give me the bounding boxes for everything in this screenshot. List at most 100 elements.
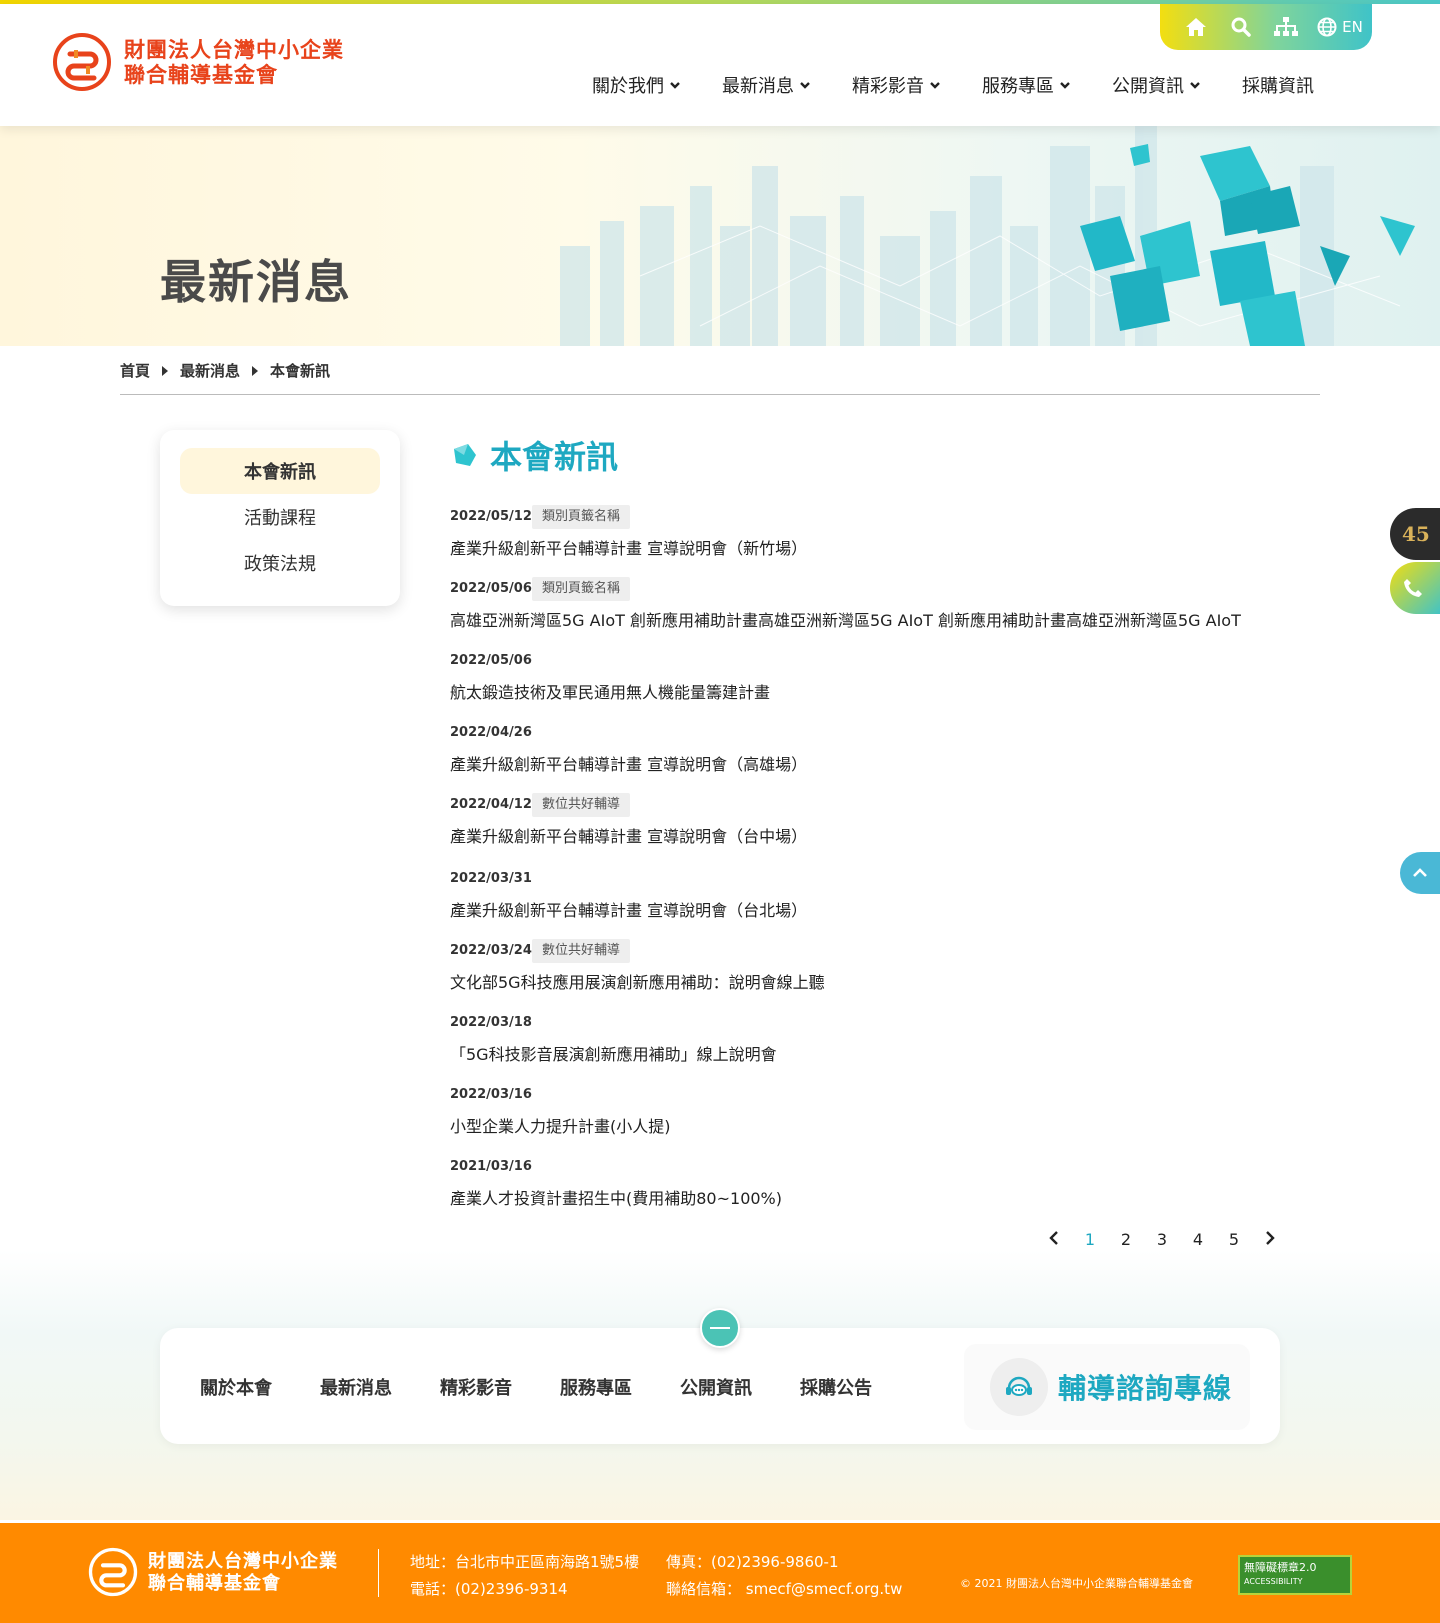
footer-logo-line2: 聯合輔導基金會 [148, 1573, 281, 1594]
nav-label: 關於我們 [592, 76, 664, 97]
news-title-link[interactable]: 產業升級創新平台輔導計畫 宣導說明會（新竹場） [450, 535, 807, 559]
news-title-link[interactable]: 小型企業人力提升計畫(小人提) [450, 1113, 671, 1137]
footer-link-about[interactable]: 關於本會 [200, 1374, 272, 1400]
nav-about[interactable]: 關於我們 [592, 72, 680, 98]
news-title-link[interactable]: 「5G科技影音展演創新應用補助」線上說明會 [450, 1041, 777, 1065]
page-link[interactable]: 3 [1144, 1230, 1180, 1249]
svg-text:45: 45 [1402, 522, 1430, 546]
news-title-link[interactable]: 航太鍛造技術及軍民通用無人機能量籌建計畫 [450, 679, 770, 703]
news-tag: 數位共好輔導 [532, 793, 631, 817]
news-item: 2022/03/16 小型企業人力提升計畫(小人提) [450, 1083, 1290, 1155]
page-link[interactable]: 2 [1108, 1230, 1144, 1249]
news-date: 2022/04/12 [450, 797, 532, 812]
news-item: 2022/03/24 數位共好輔導 文化部5G科技應用展演創新應用補助：說明會線… [450, 939, 1290, 1011]
nav-label: 採購資訊 [1242, 76, 1314, 97]
news-item: 2022/04/12 數位共好輔導 產業升級創新平台輔導計畫 宣導說明會（台中場… [450, 793, 1290, 865]
news-item: 2022/03/31 產業升級創新平台輔導計畫 宣導說明會（台北場） [450, 865, 1290, 939]
footer-link-public-info[interactable]: 公開資訊 [680, 1374, 752, 1400]
page-link[interactable]: 1 [1072, 1230, 1108, 1249]
nav-public-info[interactable]: 公開資訊 [1112, 72, 1200, 98]
next-page-button[interactable] [1252, 1230, 1288, 1249]
site-logo[interactable]: 財團法人台灣中小企業 聯合輔導基金會 [52, 32, 372, 96]
pagination: 1 2 3 4 5 [1036, 1230, 1288, 1249]
footer-email[interactable]: 聯絡信箱： smecf@smecf.org.tw [666, 1576, 902, 1603]
news-title-link[interactable]: 產業升級創新平台輔導計畫 宣導說明會（高雄場） [450, 751, 807, 775]
news-date: 2022/05/12 [450, 509, 532, 524]
sidebar-item-association-news[interactable]: 本會新訊 [180, 448, 380, 494]
news-title-link[interactable]: 產業升級創新平台輔導計畫 宣導說明會（台中場） [450, 823, 807, 847]
footer-logo: 財團法人台灣中小企業 聯合輔導基金會 [88, 1547, 358, 1599]
language-button[interactable]: EN [1308, 4, 1372, 50]
news-list: 2022/05/12 類別頁籤名稱 產業升級創新平台輔導計畫 宣導說明會（新竹場… [450, 505, 1290, 1227]
page-link[interactable]: 4 [1180, 1230, 1216, 1249]
news-item: 2022/05/06 航太鍛造技術及軍民通用無人機能量籌建計畫 [450, 649, 1290, 721]
sidebar-item-events[interactable]: 活動課程 [180, 494, 380, 540]
page-title: 最新消息 [160, 255, 352, 309]
breadcrumb-separator-icon [252, 365, 259, 376]
accessibility-badge[interactable]: 無障礙標章2.0 ACCESSIBILITY [1238, 1555, 1352, 1595]
phone-icon [1404, 579, 1422, 597]
footer-logo-line1: 財團法人台灣中小企業 [148, 1551, 338, 1572]
news-date: 2022/05/06 [450, 581, 532, 596]
sitemap-icon [1273, 17, 1298, 36]
nav-label: 公開資訊 [1112, 76, 1184, 97]
minus-icon [710, 1327, 730, 1329]
chevron-down-icon [670, 82, 680, 89]
footer-link-services[interactable]: 服務專區 [560, 1374, 632, 1400]
footer-contact-left: 地址：台北市中正區南海路1號5樓 電話：(02)2396-9314 [410, 1549, 639, 1603]
prev-page-button[interactable] [1036, 1230, 1072, 1249]
hero-illustration [560, 126, 1415, 346]
back-to-top-button[interactable] [1400, 852, 1440, 894]
news-tag: 數位共好輔導 [532, 939, 631, 963]
hotline-label: 輔導諮詢專線 [1058, 1372, 1233, 1405]
site-footer: 財團法人台灣中小企業 聯合輔導基金會 地址：台北市中正區南海路1號5樓 電話：(… [0, 1523, 1440, 1623]
nav-procurement[interactable]: 採購資訊 [1242, 72, 1314, 98]
breadcrumb-current: 本會新訊 [270, 362, 331, 380]
sitemap-button[interactable] [1263, 4, 1308, 50]
badge-line2: ACCESSIBILITY [1244, 1577, 1303, 1586]
float-45th-anniversary-button[interactable]: 45 [1390, 508, 1440, 560]
news-title-link[interactable]: 高雄亞洲新灣區5G AIoT 創新應用補助計畫高雄亞洲新灣區5G AIoT 創新… [450, 607, 1241, 631]
page-link[interactable]: 5 [1216, 1230, 1252, 1249]
news-title-link[interactable]: 產業升級創新平台輔導計畫 宣導說明會（台北場） [450, 897, 807, 921]
nav-label: 最新消息 [722, 76, 794, 97]
sidebar-item-policies[interactable]: 政策法規 [180, 540, 380, 586]
nav-services[interactable]: 服務專區 [982, 72, 1070, 98]
news-date: 2022/03/18 [450, 1015, 532, 1030]
footer-phone: 電話：(02)2396-9314 [410, 1580, 568, 1598]
site-header: 財團法人台灣中小企業 聯合輔導基金會 EN 關於我們 最新消息 精彩影音 服務專… [0, 4, 1440, 126]
search-button[interactable] [1219, 4, 1264, 50]
footer-link-media[interactable]: 精彩影音 [440, 1374, 512, 1400]
footer-link-news[interactable]: 最新消息 [320, 1374, 392, 1400]
news-title-link[interactable]: 文化部5G科技應用展演創新應用補助：說明會線上聽 [450, 969, 825, 993]
chevron-down-icon [800, 82, 810, 89]
news-item: 2022/05/12 類別頁籤名稱 產業升級創新平台輔導計畫 宣導說明會（新竹場… [450, 505, 1290, 577]
collapse-footer-button[interactable] [700, 1308, 740, 1348]
nav-news[interactable]: 最新消息 [722, 72, 810, 98]
section-title: 本會新訊 [490, 438, 619, 476]
home-button[interactable] [1174, 4, 1219, 50]
nav-media[interactable]: 精彩影音 [852, 72, 940, 98]
breadcrumb-news[interactable]: 最新消息 [180, 360, 240, 381]
language-label: EN [1342, 18, 1363, 36]
footer-fax: 傳真：(02)2396-9860-1 [666, 1553, 839, 1571]
main-nav: 關於我們 最新消息 精彩影音 服務專區 公開資訊 採購資訊 [550, 72, 1314, 98]
footer-link-procurement[interactable]: 採購公告 [800, 1374, 872, 1400]
breadcrumb-home[interactable]: 首頁 [120, 360, 150, 381]
footer-logo-text: 財團法人台灣中小企業 聯合輔導基金會 [148, 1551, 338, 1595]
home-icon [1186, 18, 1207, 36]
nav-label: 服務專區 [982, 76, 1054, 97]
news-item: 2022/03/18 「5G科技影音展演創新應用補助」線上說明會 [450, 1011, 1290, 1083]
hero-banner: 最新消息 [0, 126, 1440, 346]
logo-text-line1: 財團法人台灣中小企業 [124, 38, 344, 62]
breadcrumb-divider [120, 394, 1320, 395]
cube-icon [454, 444, 476, 466]
chevron-right-icon [1266, 1231, 1275, 1245]
news-title-link[interactable]: 產業人才投資計畫招生中(費用補助80~100%) [450, 1185, 782, 1209]
headset-chat-icon [990, 1358, 1048, 1416]
news-date: 2022/04/26 [450, 725, 532, 740]
news-item: 2022/04/26 產業升級創新平台輔導計畫 宣導說明會（高雄場） [450, 721, 1290, 793]
sidebar-menu: 本會新訊 活動課程 政策法規 [160, 430, 400, 606]
consult-hotline-button[interactable]: 輔導諮詢專線 [964, 1344, 1250, 1430]
float-phone-button[interactable] [1390, 562, 1440, 614]
